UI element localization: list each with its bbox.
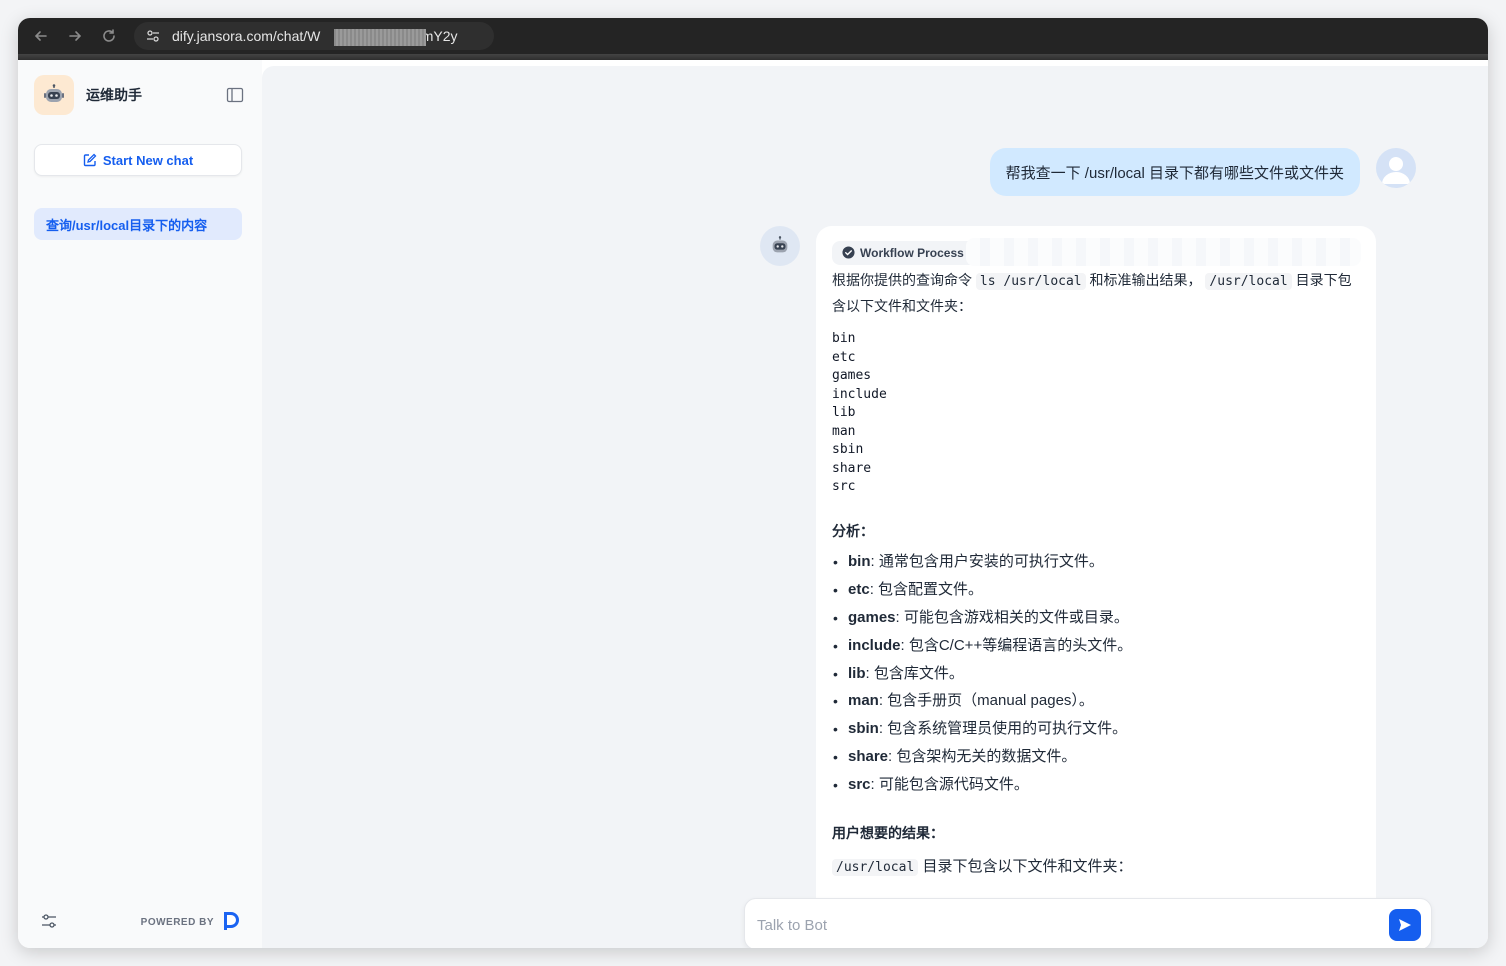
user-avatar — [1376, 148, 1416, 188]
url-prefix: dify.jansora.com/chat/W — [172, 28, 321, 44]
talk-to-bot-input[interactable] — [757, 913, 1357, 937]
url-text: dify.jansora.com/chat/W VmY2y — [172, 28, 457, 46]
browser-toolbar: dify.jansora.com/chat/W VmY2y — [18, 18, 1488, 54]
app-name: 运维助手 — [86, 87, 142, 103]
list-item-desc: : 通常包含用户安装的可执行文件。 — [870, 553, 1104, 571]
list-item-desc: : 包含手册页（manual pages）。 — [878, 692, 1094, 710]
list-item-name: lib — [848, 664, 866, 682]
list-item: man: 包含手册页（manual pages）。 — [832, 687, 1360, 715]
list-item: sbin: 包含系统管理员使用的可执行文件。 — [832, 715, 1360, 743]
sidebar: 运维助手 Start New chat 查询/usr/local目录下的内容 P… — [18, 60, 262, 948]
intro-paragraph: 根据你提供的查询命令 ls /usr/local 和标准输出结果， /usr/l… — [832, 268, 1360, 318]
list-item: share: 包含架构无关的数据文件。 — [832, 743, 1360, 771]
intro-path: /usr/local — [1205, 273, 1292, 290]
app-header: 运维助手 — [34, 75, 246, 115]
start-new-chat-button[interactable]: Start New chat — [34, 144, 242, 176]
list-item-desc: : 包含配置文件。 — [869, 581, 984, 599]
list-item-name: share — [848, 747, 889, 765]
check-circle-icon — [842, 246, 855, 259]
sidebar-collapse-icon[interactable] — [226, 87, 244, 103]
powered-by-label: POWERED BY — [140, 916, 214, 928]
analysis-list: bin: 通常包含用户安装的可执行文件。 etc: 包含配置文件。 games:… — [832, 549, 1360, 799]
list-item-desc: : 可能包含游戏相关的文件或目录。 — [895, 608, 1129, 626]
app-robot-icon — [34, 75, 74, 115]
result-path: /usr/local — [832, 858, 919, 876]
intro-command: ls /usr/local — [975, 273, 1086, 290]
result-paragraph: /usr/local 目录下包含以下文件和文件夹： — [832, 855, 1360, 880]
list-item: bin: 通常包含用户安装的可执行文件。 — [832, 549, 1360, 577]
dify-logo-icon — [222, 911, 240, 934]
list-item-desc: : 可能包含源代码文件。 — [870, 775, 1029, 793]
list-item-name: games — [848, 608, 896, 626]
list-item-name: etc — [848, 581, 870, 599]
chat-main: 帮我查一下 /usr/local 目录下都有哪些文件或文件夹 Workflow … — [262, 66, 1488, 948]
intro-text-1: 根据你提供的查询命令 — [832, 272, 972, 288]
send-icon — [1399, 919, 1411, 931]
edit-icon — [83, 153, 97, 167]
url-redaction — [334, 29, 426, 46]
back-arrow-icon[interactable] — [30, 25, 52, 47]
address-bar[interactable]: dify.jansora.com/chat/W VmY2y — [134, 22, 494, 50]
list-item-desc: : 包含系统管理员使用的可执行文件。 — [878, 720, 1128, 738]
list-item: games: 可能包含游戏相关的文件或目录。 — [832, 604, 1360, 632]
list-item-desc: : 包含库文件。 — [865, 664, 964, 682]
list-item: include: 包含C/C++等编程语言的头文件。 — [832, 632, 1360, 660]
browser-window: dify.jansora.com/chat/W VmY2y 运维助手 Start… — [18, 18, 1488, 948]
list-item-name: src — [848, 775, 871, 793]
send-button[interactable] — [1389, 909, 1421, 941]
list-item: etc: 包含配置文件。 — [832, 576, 1360, 604]
analysis-title: 分析： — [832, 522, 874, 539]
workflow-progress-bar — [966, 238, 1361, 266]
list-item-desc: : 包含架构无关的数据文件。 — [888, 747, 1077, 765]
list-item-desc: : 包含C/C++等编程语言的头文件。 — [900, 636, 1133, 654]
site-settings-icon[interactable] — [142, 25, 164, 47]
result-title: 用户想要的结果： — [832, 824, 944, 841]
list-item-name: sbin — [848, 720, 879, 738]
file-list-code-block: bin etc games include lib man sbin share… — [832, 331, 887, 494]
workflow-process-label: Workflow Process — [860, 245, 964, 260]
forward-arrow-icon[interactable] — [64, 25, 86, 47]
sidebar-footer: POWERED BY — [40, 910, 240, 934]
list-item-name: bin — [848, 553, 871, 571]
reload-icon[interactable] — [98, 25, 120, 47]
powered-by: POWERED BY — [141, 911, 240, 934]
user-message: 帮我查一下 /usr/local 目录下都有哪些文件或文件夹 — [989, 148, 1360, 196]
list-item: lib: 包含库文件。 — [832, 660, 1360, 688]
chat-input-bar — [744, 898, 1432, 948]
list-item-name: man — [848, 692, 879, 710]
list-item-name: include — [848, 636, 901, 654]
intro-text-2: 和标准输出结果， — [1089, 272, 1202, 288]
bot-message: Workflow Process 根据你提供的查询命令 ls /usr/loca… — [816, 226, 1376, 948]
start-new-chat-label: Start New chat — [102, 152, 194, 168]
bot-avatar — [760, 226, 800, 266]
result-text: 目录下包含以下文件和文件夹： — [922, 857, 1133, 875]
conversation-item[interactable]: 查询/usr/local目录下的内容 — [34, 208, 242, 240]
list-item: src: 可能包含源代码文件。 — [832, 771, 1360, 799]
settings-sliders-icon[interactable] — [40, 912, 60, 932]
